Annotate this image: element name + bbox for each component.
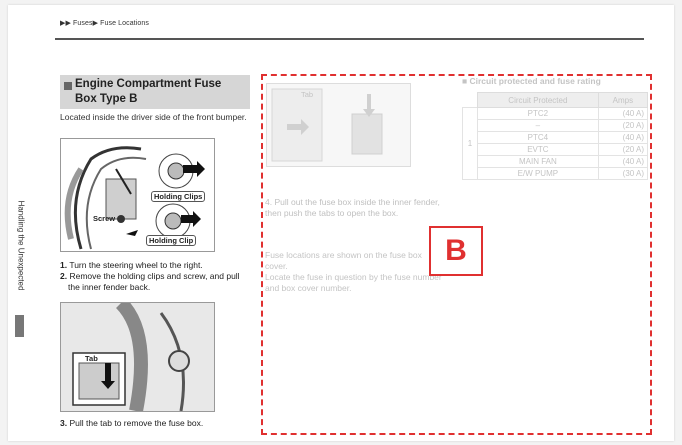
step-2: 2. Remove the holding clips and screw, a… [60, 271, 240, 292]
step-1: 1. Turn the steering wheel to the right. [60, 260, 203, 270]
side-tab-label: Handling the Unexpected [16, 200, 26, 291]
heading-square-icon [64, 82, 72, 90]
section-title-line2: Box Type B [75, 93, 138, 105]
breadcrumb: ▶▶ Fuses▶ Fuse Locations [60, 20, 149, 27]
header-rule [55, 38, 644, 40]
steps-list: 1. Turn the steering wheel to the right.… [60, 260, 250, 293]
section-heading: Engine Compartment Fuse Box Type B [60, 75, 250, 109]
step-3: 3. Pull the tab to remove the fuse box. [60, 418, 204, 428]
side-tab: Handling the Unexpected [14, 195, 26, 305]
section-description: Located inside the driver side of the fr… [60, 112, 247, 122]
side-tab-marker [15, 315, 24, 337]
callout-holding-clip: Holding Clip [146, 235, 197, 246]
callout-tab: Tab [85, 354, 98, 363]
manual-page: ▶▶ Fuses▶ Fuse Locations Handling the Un… [8, 5, 674, 441]
callout-holding-clips: Holding Clips [151, 191, 206, 202]
figure-fuse-box: Tab [60, 302, 215, 412]
callout-screw: Screw [93, 214, 116, 223]
figure-inner-fender: Holding Clips Screw Holding Clip [60, 138, 215, 252]
section-title-line1: Engine Compartment Fuse [75, 78, 222, 90]
highlight-label-b: B [429, 226, 483, 276]
